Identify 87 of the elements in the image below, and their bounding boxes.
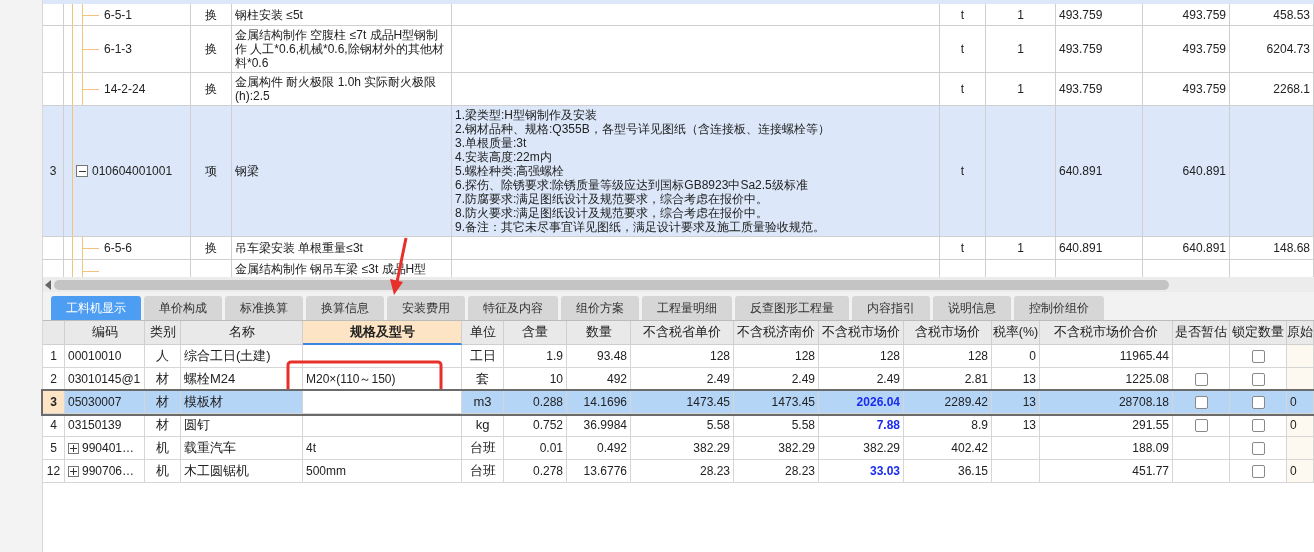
feature-line: 7.防腐要求:满足图纸设计及规范要求，综合考虑在报价中。 — [455, 192, 770, 206]
item-code: 03010145@1 — [68, 371, 141, 388]
table-cell: 28708.18 — [1040, 391, 1173, 414]
item-code: 6-1-3 — [104, 41, 132, 58]
table-row[interactable]: 2 03010145@1 材 螺栓M24 M20×(110～150) 套 10 492 2.49 2.49 2.49 2.81 13 1225.08 — [43, 368, 1314, 391]
table-row[interactable] — [43, 106, 1314, 237]
checkbox[interactable] — [1194, 372, 1208, 386]
tab[interactable]: 工程量明细 — [642, 296, 732, 320]
table-cell: 1473.45 — [734, 391, 819, 414]
tab[interactable]: 安装费用 — [387, 296, 465, 320]
table-cell: 14.1696 — [567, 391, 631, 414]
tab[interactable]: 说明信息 — [933, 296, 1011, 320]
table-cell: 28.23 — [734, 460, 819, 483]
feature-line: 5.螺栓种类:高强螺栓 — [455, 164, 566, 178]
table-cell: 33.03 — [819, 460, 904, 483]
item-code: 05030007 — [68, 394, 122, 411]
item-code: 03150139 — [68, 417, 122, 434]
table-row[interactable]: 6-5-1 换 钢柱安装 ≤5t t 1 493.759 493.759 458.53 — [43, 4, 1314, 26]
item-code: 14-2-24 — [104, 81, 146, 98]
item-code: 00010010 — [68, 348, 122, 365]
tab[interactable]: 标准换算 — [225, 296, 303, 320]
table-cell: 36.15 — [904, 460, 992, 483]
column-header[interactable]: 规格及型号 — [303, 321, 462, 345]
table-cell: 0.278 — [504, 460, 567, 483]
item-code: 990706… — [82, 463, 135, 480]
table-row[interactable]: 4 03150139 材 圆钉 kg 0.752 36.9984 5.58 5.58 7.88 8.9 13 291.55 0 — [43, 414, 1314, 437]
table-cell: 材 — [145, 391, 181, 414]
feature-line: 8.防火要求:满足图纸设计及规范要求，综合考虑在报价中。 — [455, 206, 770, 220]
table-cell: 台班 — [462, 460, 504, 483]
table-cell: m3 — [462, 391, 504, 414]
checkbox[interactable] — [1251, 441, 1265, 455]
item-code: 010604001001 — [92, 163, 173, 180]
table-cell: 木工圆锯机 — [181, 460, 303, 483]
table-cell: 451.77 — [1040, 460, 1173, 483]
table-row[interactable]: 14-2-24 换 金属构件 耐火极限 1.0h 实际耐火极限(h):2.5 t 1 493.759 493.759 2268.1 — [43, 73, 1314, 106]
table-cell: 1473.45 — [631, 391, 734, 414]
table-cell: 2026.04 — [819, 391, 904, 414]
feature-line: 6.探伤、除锈要求:除锈质量等级应达到国标GB8923中Sa2.5级标准 — [455, 178, 809, 192]
feature-line: 3.单根质量:3t — [455, 136, 528, 150]
feature-line: 2.钢材品种、规格:Q355B，各型号详见图纸（含连接板、连接螺栓等） — [455, 122, 831, 136]
table-cell — [1287, 368, 1314, 391]
item-code: 990401… — [82, 440, 135, 457]
table-cell: 0 — [1287, 391, 1314, 414]
item-code: 6-5-1 — [104, 6, 132, 24]
tab[interactable]: 反查图形工程量 — [735, 296, 849, 320]
expand-button[interactable] — [68, 442, 79, 454]
table-cell: 13 — [992, 391, 1040, 414]
collapse-button[interactable] — [76, 165, 88, 177]
table-row[interactable]: 3 05030007 材 模板材 m3 0.288 14.1696 1473.45 1473.45 2026.04 2289.42 13 28708.18 0 — [43, 391, 1314, 414]
checkbox[interactable] — [1251, 418, 1265, 432]
table-cell: 13.6776 — [567, 460, 631, 483]
table-cell: 500mm — [303, 460, 462, 483]
checkbox[interactable] — [1251, 464, 1265, 478]
expand-button[interactable] — [68, 465, 79, 477]
checkbox[interactable] — [1251, 395, 1265, 409]
table-cell — [1287, 437, 1314, 460]
table-cell: 28.23 — [631, 460, 734, 483]
checkbox[interactable] — [1251, 349, 1265, 363]
table-row[interactable]: 6-5-6 换 吊车梁安装 单根重量≤3t t 1 640.891 640.891 148.68 — [43, 237, 1314, 260]
table-cell: 机 — [145, 460, 181, 483]
feature-line: 1.梁类型:H型钢制作及安装 — [455, 108, 598, 122]
table-row[interactable]: 12 990706… 机 木工圆锯机 500mm 台班 0.278 13.6776 28.23 28.23 33.03 36.15 451.77 0 — [43, 460, 1314, 483]
table-cell — [992, 460, 1040, 483]
tab[interactable]: 内容指引 — [852, 296, 930, 320]
table-cell — [1287, 345, 1314, 368]
item-code: 6-5-6 — [104, 240, 132, 257]
feature-line: 4.安装高度:22m内 — [455, 150, 553, 164]
table-row[interactable]: 1 00010010 人 综合工日(土建) 工日 1.9 93.48 128 128 128 128 0 11965.44 — [43, 345, 1314, 368]
tab[interactable]: 组价方案 — [561, 296, 639, 320]
tab[interactable]: 单价构成 — [144, 296, 222, 320]
tab[interactable]: 特征及内容 — [468, 296, 558, 320]
table-cell: 2289.42 — [904, 391, 992, 414]
table-cell: 0 — [1287, 414, 1314, 437]
table-row[interactable]: 5 990401… 机 载重汽车 4t 台班 0.01 0.492 382.29 382.29 382.29 402.42 188.09 — [43, 437, 1314, 460]
scrollbar-thumb[interactable] — [54, 279, 1169, 290]
tab[interactable]: 控制价组价 — [1014, 296, 1104, 320]
table-cell — [1173, 460, 1230, 483]
checkbox[interactable] — [1194, 418, 1208, 432]
table-row[interactable]: 6-1-3 换 金属结构制作 空腹柱 ≤7t 成品H型钢制作 人工*0.6,机械*0.6,除钢材外的其他材料*0.6 t 1 493.759 493.759 6204.73 — [43, 26, 1314, 73]
table-cell: 0.288 — [504, 391, 567, 414]
table-cell: 12 — [43, 460, 65, 483]
checkbox[interactable] — [1194, 395, 1208, 409]
table-cell: 3 — [43, 391, 65, 414]
checkbox[interactable] — [1251, 372, 1265, 386]
tab[interactable]: 换算信息 — [306, 296, 384, 320]
table-cell: 0 — [1287, 460, 1314, 483]
feature-line: 9.备注：其它未尽事宜详见图纸，满足设计要求及施工质量验收规范。 — [455, 220, 826, 234]
